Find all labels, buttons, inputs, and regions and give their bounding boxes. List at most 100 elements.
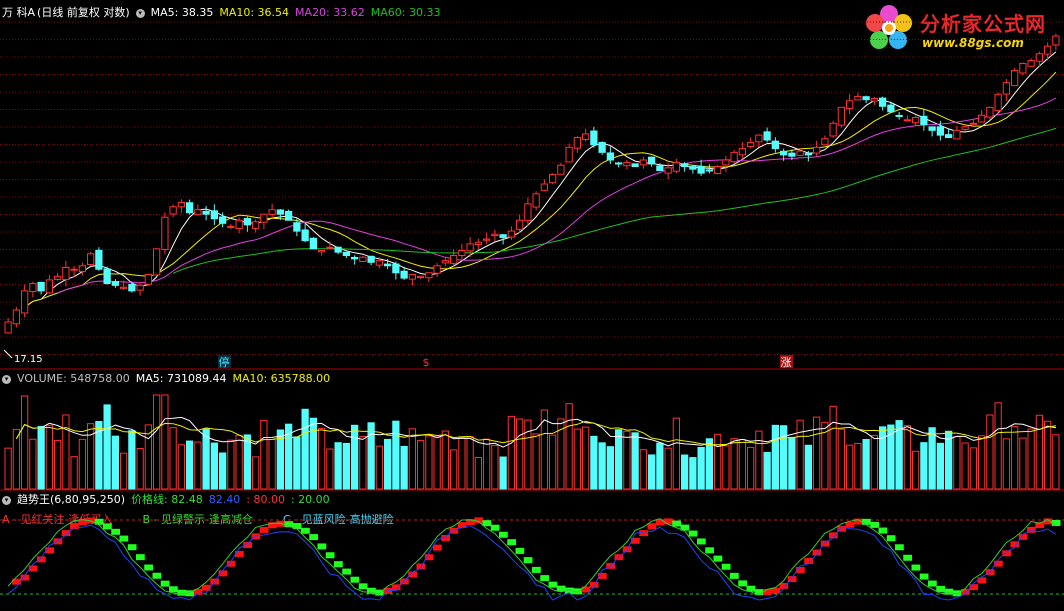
volume-bar [944,430,953,490]
volume-bar [524,419,532,490]
candle-body [730,151,738,163]
candle-body [623,162,631,167]
trend-step [763,589,772,596]
trend-step [515,547,525,554]
candle-body [1052,35,1060,46]
volume-bar [812,416,821,490]
volume-bar [920,442,928,490]
trend-step [523,557,533,564]
candle-body [12,309,21,325]
candle-body [944,134,953,139]
candle-body [95,249,103,270]
trend-step [317,543,327,550]
trend-step [911,564,921,571]
trend-step [548,581,558,588]
candle-body [334,246,342,253]
trend-step [730,572,739,579]
candle-body [243,218,252,226]
candle-body [309,237,318,250]
trend-step [540,575,549,582]
trend-step [507,539,516,546]
candle-body [870,98,879,102]
candle-body [656,165,664,171]
candle-body [235,219,243,229]
candle-body [722,159,730,166]
candle-body [977,114,986,123]
candle-body [408,274,417,280]
candle-body [70,268,78,271]
candle-body [647,156,656,165]
low-arrow [3,349,13,359]
candle-body [821,138,829,146]
candle-body [920,115,928,125]
trend-step [936,585,945,592]
volume-bar [1043,420,1052,490]
candle-body [317,249,326,253]
trend-step [499,531,508,538]
volume-bar [1035,414,1044,490]
candle-body [581,133,590,140]
volume-bar [425,435,433,490]
volume-bar [606,446,615,490]
low-price-label: 17.15 [14,354,43,365]
candle-body [969,122,978,125]
volume-bar [581,426,590,490]
candle-body [326,246,334,249]
candle-body [689,166,697,170]
candle-body [755,134,763,143]
trend-step [160,580,170,587]
trend-step [977,577,987,584]
candle-body [994,93,1002,112]
volume-bar [598,442,606,490]
volume-bar [689,457,697,490]
trend-step [581,586,591,593]
volume-bar [359,436,367,490]
trend-step [738,580,747,587]
volume-bar [548,434,557,490]
volume-bar [969,447,978,490]
candle-body [78,265,87,272]
candle-body [301,229,309,242]
volume-bar [515,418,524,490]
candle-body [713,166,722,174]
candle-body [375,260,384,266]
trend-step [928,580,937,587]
stock-chart[interactable]: 17.15 停 $ 涨 [0,0,1064,611]
candle-body [268,209,276,216]
volume-bar [1010,426,1019,490]
volume-bar [392,420,400,490]
volume-bar [111,435,120,490]
candle-body [763,131,771,141]
candle-body [928,126,936,131]
trend-step [878,527,888,534]
volume-bar [845,444,854,490]
candle-body [986,106,994,118]
candle-body [441,260,450,264]
candle-body [474,241,483,246]
candle-body [524,203,532,222]
volume-bar [713,433,722,490]
candle-body [614,162,623,165]
candle-body [507,230,516,238]
candle-body [45,279,54,294]
volume-bar [656,442,664,490]
volume-bar [532,433,540,490]
event-marker: $ [423,356,430,369]
volume-bar [631,432,639,490]
candle-body [260,213,268,223]
volume-bar [499,456,507,490]
volume-bar [45,424,54,490]
volume-bar [953,436,961,490]
volume-bar [78,438,87,490]
volume-bar [119,452,128,490]
trend-step [111,528,120,535]
volume-bar [829,405,837,490]
candle-body [400,270,408,279]
trend-step [697,538,706,545]
volume-bar [755,430,763,490]
candle-body [895,114,903,117]
volume-bar [491,444,499,490]
trend-step [202,584,211,591]
volume-bar [623,430,631,490]
candle-body [433,265,441,274]
